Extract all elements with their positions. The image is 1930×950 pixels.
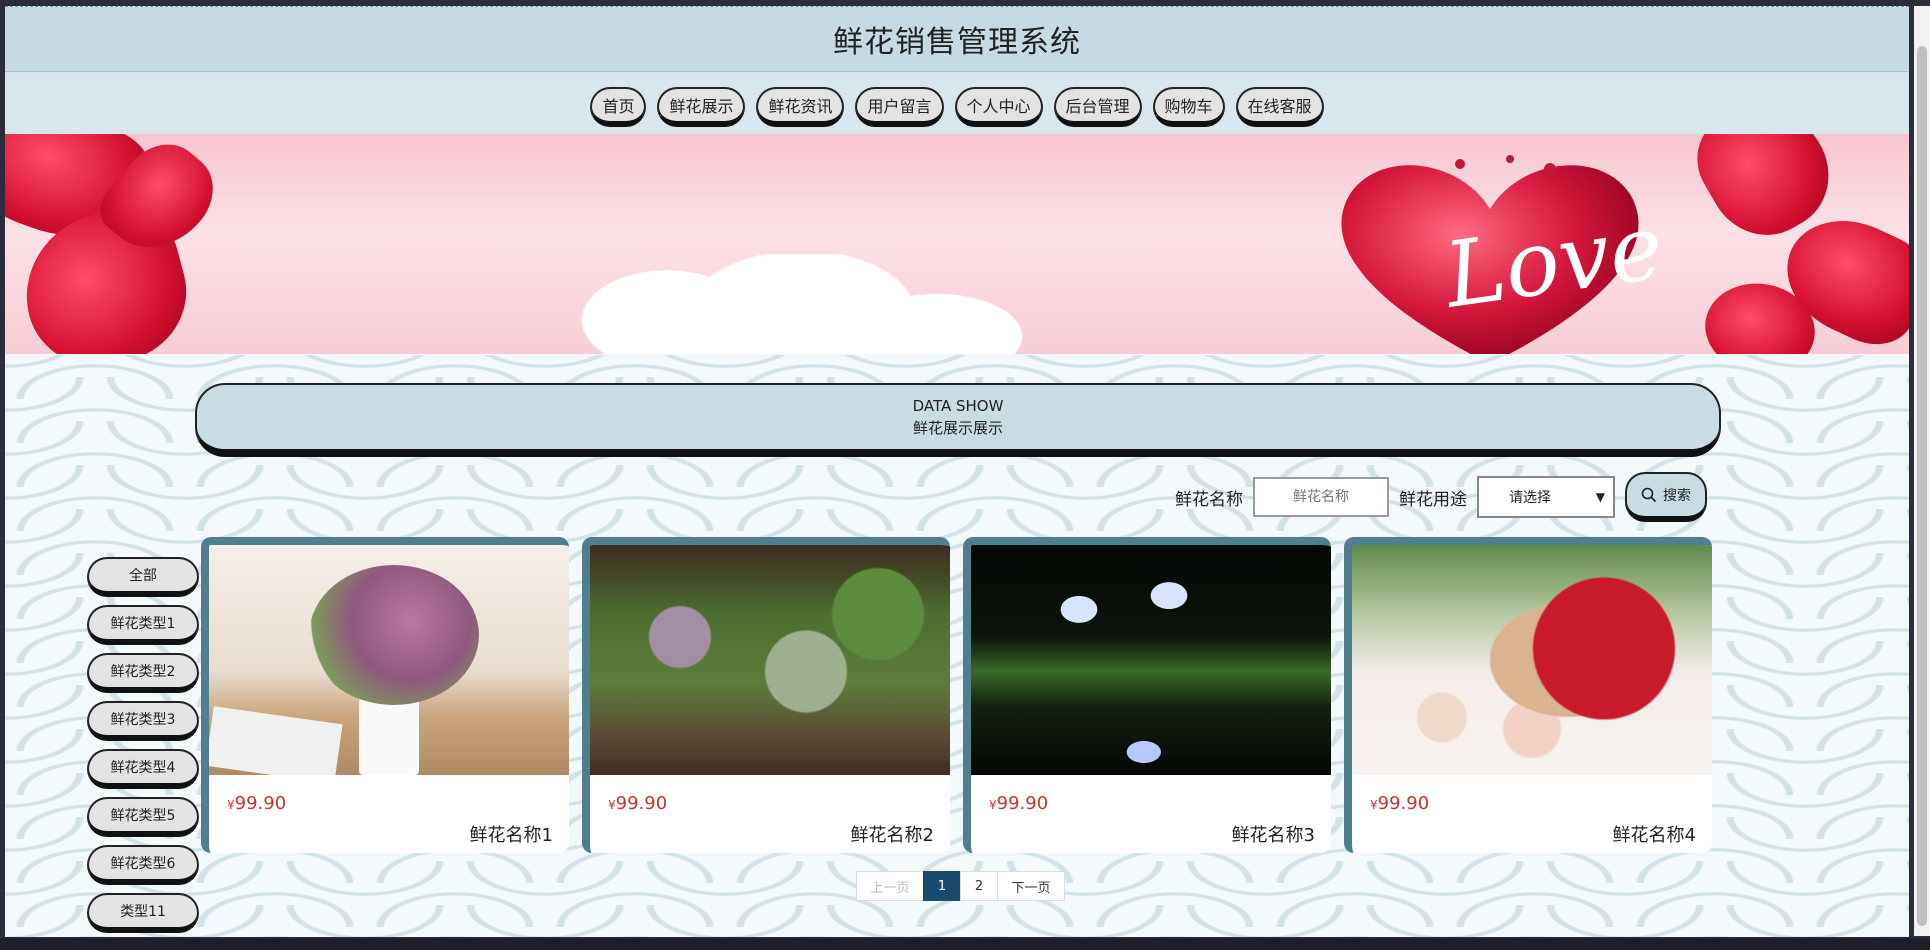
nav-personal-center[interactable]: 个人中心 [954,87,1043,127]
product-name: 鲜花名称2 [850,825,934,846]
chevron-down-icon: ▼ [1595,490,1605,504]
page-2-button[interactable]: 2 [960,871,998,901]
category-item[interactable]: 鲜花类型5 [87,797,199,837]
product-card[interactable]: ¥99.90 鲜花名称2 [582,537,950,853]
name-label: 鲜花名称 [1175,489,1243,510]
os-taskbar [0,938,1930,950]
nav-flower-news[interactable]: 鲜花资讯 [756,87,845,127]
product-price: ¥99.90 [227,793,287,814]
product-name: 鲜花名称1 [469,825,553,846]
product-name: 鲜花名称4 [1612,825,1696,846]
prev-page-button[interactable]: 上一页 [856,871,924,901]
main-nav: 首页 鲜花展示 鲜花资讯 用户留言 个人中心 后台管理 购物车 在线客服 [5,73,1909,139]
product-card[interactable]: ¥99.90 鲜花名称4 [1344,537,1712,853]
section-title-en: DATA SHOW [912,397,1004,415]
category-item[interactable]: 鲜花类型2 [87,653,199,693]
pagination: 上一页 1 2 下一页 [856,871,1065,901]
page-1-button[interactable]: 1 [923,871,961,901]
next-page-button[interactable]: 下一页 [997,871,1065,901]
nav-flower-display[interactable]: 鲜花展示 [657,87,746,127]
nav-home[interactable]: 首页 [590,87,647,127]
nav-online-service[interactable]: 在线客服 [1235,87,1324,127]
use-select-value: 请选择 [1509,490,1551,506]
section-title-bar: DATA SHOW 鲜花展示展示 [195,383,1721,457]
category-item[interactable]: 鲜花类型1 [87,605,199,645]
browser-viewport: 鲜花销售管理系统 首页 鲜花展示 鲜花资讯 用户留言 个人中心 后台管理 购物车… [5,6,1909,937]
site-header: 鲜花销售管理系统 [5,7,1909,72]
product-card[interactable]: ¥99.90 鲜花名称1 [201,537,569,853]
hero-banner: Love [5,134,1909,354]
search-button[interactable]: 搜索 [1625,472,1707,522]
product-price: ¥99.90 [608,793,668,814]
nav-user-messages[interactable]: 用户留言 [855,87,944,127]
category-all[interactable]: 全部 [87,557,199,597]
product-image[interactable] [590,545,950,775]
product-card[interactable]: ¥99.90 鲜花名称3 [963,537,1331,853]
site-title: 鲜花销售管理系统 [833,25,1081,60]
scroll-thumb[interactable] [1917,46,1927,926]
search-icon [1641,487,1657,503]
product-image[interactable] [209,545,569,775]
product-image[interactable] [971,545,1331,775]
flower-name-input[interactable] [1253,477,1389,517]
product-price: ¥99.90 [1370,793,1430,814]
product-image[interactable] [1352,545,1712,775]
search-button-label: 搜索 [1663,488,1691,504]
nav-cart[interactable]: 购物车 [1152,87,1225,127]
search-bar: 鲜花名称 鲜花用途 请选择 ▼ 搜索 [1175,472,1707,522]
nav-admin[interactable]: 后台管理 [1053,87,1142,127]
cloud-graphic [505,254,1045,354]
category-sidebar: 全部 鲜花类型1 鲜花类型2 鲜花类型3 鲜花类型4 鲜花类型5 鲜花类型6 类… [87,557,199,937]
category-item[interactable]: 鲜花类型3 [87,701,199,741]
use-label: 鲜花用途 [1399,489,1467,510]
category-item[interactable]: 鲜花类型4 [87,749,199,789]
section-title-cn: 鲜花展示展示 [912,419,1003,437]
category-item[interactable]: 鲜花类型6 [87,845,199,885]
product-grid: ¥99.90 鲜花名称1 ¥99.90 鲜花名称2 ¥99.90 鲜花名称3 ¥… [201,537,1712,853]
category-item[interactable]: 类型11 [87,893,199,933]
product-name: 鲜花名称3 [1231,825,1315,846]
product-price: ¥99.90 [989,793,1049,814]
flower-use-select[interactable]: 请选择 ▼ [1477,476,1615,518]
page-scrollbar[interactable] [1914,6,1930,936]
